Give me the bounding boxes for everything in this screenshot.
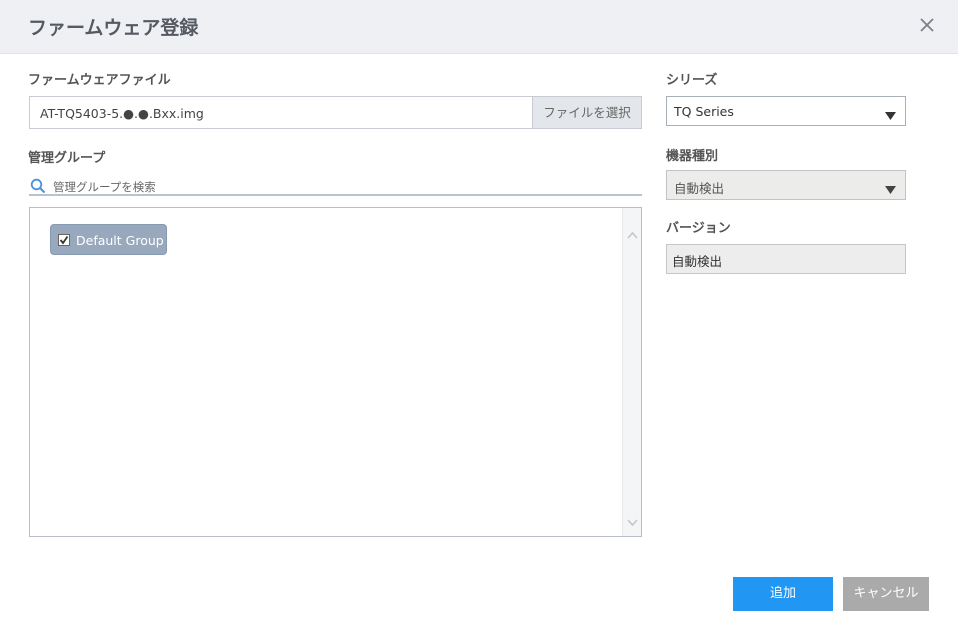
- group-list: Default Group: [29, 207, 642, 537]
- device-type-select: 自動検出: [666, 170, 906, 200]
- version-field: 自動検出: [666, 244, 906, 274]
- group-item-default-group[interactable]: Default Group: [50, 224, 167, 255]
- version-label: バージョン: [666, 221, 731, 236]
- management-group-label: 管理グループ: [28, 151, 106, 166]
- series-select[interactable]: TQ Series: [666, 96, 906, 126]
- dialog-title: ファームウェア登録: [28, 17, 199, 39]
- group-list-scrollbar[interactable]: [622, 208, 641, 536]
- chevron-up-icon[interactable]: [627, 224, 638, 239]
- group-search[interactable]: 管理グループを検索: [29, 176, 642, 196]
- search-icon: [30, 178, 46, 194]
- cancel-button[interactable]: キャンセル: [843, 577, 929, 611]
- close-icon[interactable]: [918, 16, 936, 34]
- series-label: シリーズ: [666, 73, 718, 88]
- group-item-label: Default Group: [76, 233, 164, 248]
- choose-file-button[interactable]: ファイルを選択: [532, 96, 642, 129]
- group-search-input[interactable]: 管理グループを検索: [53, 179, 156, 195]
- dialog-header: ファームウェア登録: [0, 0, 958, 54]
- firmware-file-label: ファームウェアファイル: [28, 73, 171, 88]
- firmware-register-dialog: ファームウェア登録 ファームウェアファイル AT-TQ5403-5.●.●.Bx…: [0, 0, 958, 635]
- device-type-label: 機器種別: [666, 149, 719, 164]
- add-button[interactable]: 追加: [733, 577, 833, 611]
- chevron-down-icon[interactable]: [627, 512, 638, 527]
- firmware-file-field[interactable]: AT-TQ5403-5.●.●.Bxx.img: [29, 96, 533, 129]
- device-type-value: 自動検出: [674, 181, 725, 196]
- series-value: TQ Series: [674, 104, 734, 119]
- checkbox-checked-icon[interactable]: [58, 234, 70, 246]
- caret-down-icon: [885, 108, 896, 120]
- caret-down-icon: [885, 182, 896, 194]
